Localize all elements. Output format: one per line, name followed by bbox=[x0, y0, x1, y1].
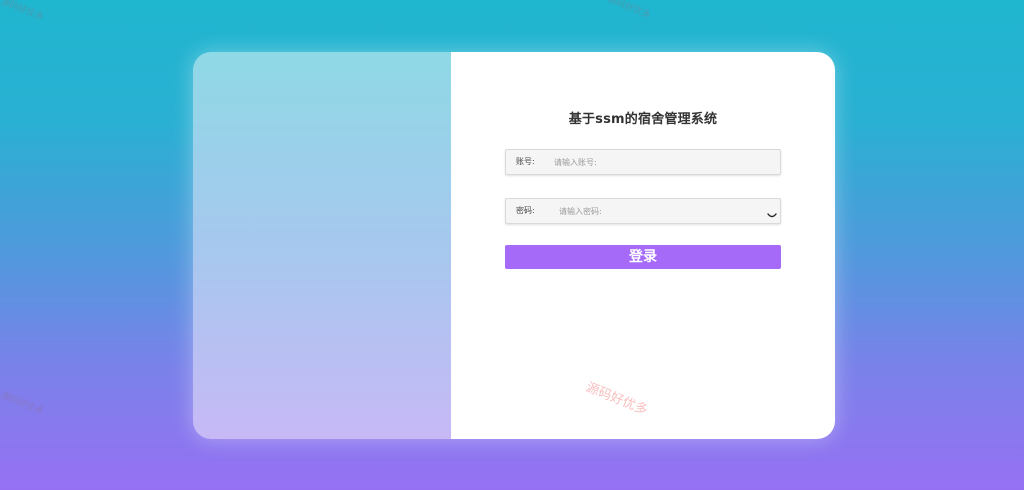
watermark-text: 源码好优多 bbox=[0, 390, 45, 417]
account-label: 账号: bbox=[516, 157, 535, 166]
password-field: 密码: bbox=[505, 198, 781, 224]
login-button[interactable]: 登录 bbox=[505, 245, 781, 269]
account-input[interactable] bbox=[554, 150, 764, 174]
eye-closed-icon[interactable] bbox=[767, 205, 777, 218]
page-title: 基于ssm的宿舍管理系统 bbox=[568, 112, 718, 127]
decorative-panel bbox=[193, 52, 451, 439]
watermark-text: 源码好优多 bbox=[606, 0, 652, 21]
password-label: 密码: bbox=[516, 206, 535, 215]
password-input[interactable] bbox=[559, 199, 759, 223]
login-card: 基于ssm的宿舍管理系统 账号: 密码: 登录 bbox=[193, 52, 835, 439]
account-field: 账号: bbox=[505, 149, 781, 175]
watermark-text: 源码好优多 bbox=[0, 0, 45, 23]
login-form-panel: 基于ssm的宿舍管理系统 账号: 密码: 登录 bbox=[451, 52, 835, 439]
